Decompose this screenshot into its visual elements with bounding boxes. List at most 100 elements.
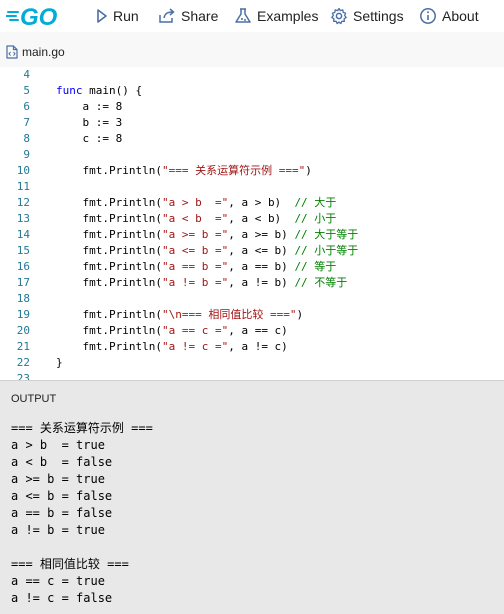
code-token: main() {	[82, 84, 143, 97]
code-token: , a >= b)	[228, 228, 295, 241]
code-line[interactable]: 5 func main() {	[0, 83, 504, 99]
code-token: "\n=== 相同值比较 ==="	[161, 308, 297, 321]
code-token: fmt.Println(	[56, 260, 162, 273]
line-number: 7	[23, 116, 30, 129]
code-text: fmt.Println("a > b =", a > b) // 大于	[56, 195, 336, 211]
output-title: OUTPUT	[11, 393, 57, 405]
code-line[interactable]: 18	[0, 291, 504, 307]
examples-label: Examples	[257, 8, 319, 24]
code-line[interactable]: 21 fmt.Println("a != c =", a != c)	[0, 339, 504, 355]
code-token: fmt.Println(	[56, 324, 162, 337]
code-token: fmt.Println(	[56, 308, 162, 321]
line-number: 16	[16, 260, 30, 273]
code-token: // 小于	[294, 212, 337, 225]
code-token: "a == c ="	[161, 324, 229, 337]
code-line[interactable]: 16 fmt.Println("a == b =", a == b) // 等于	[0, 259, 504, 275]
code-token: c :=	[56, 132, 116, 145]
code-token: , a < b)	[228, 212, 295, 225]
output-panel: OUTPUT === 关系运算符示例 === a > b = true a < b …	[0, 381, 504, 614]
line-number: 9	[23, 148, 30, 161]
line-number: 15	[16, 244, 30, 257]
tab-filename: main.go	[22, 45, 65, 59]
code-token: "a == b ="	[161, 260, 229, 273]
line-number: 21	[16, 340, 30, 353]
code-token: fmt.Println(	[56, 340, 162, 353]
line-number: 10	[16, 164, 30, 177]
output-line: === 相同值比较 ===	[11, 557, 129, 571]
code-text: b := 3	[56, 115, 122, 131]
code-token: "a != b ="	[161, 276, 229, 289]
code-line[interactable]: 11	[0, 179, 504, 195]
code-line[interactable]: 7 b := 3	[0, 115, 504, 131]
examples-button[interactable]: Examples	[234, 0, 318, 32]
output-line: a != b = true	[11, 523, 105, 537]
output-line: a >= b = true	[11, 472, 105, 486]
code-token: "a != c ="	[161, 340, 229, 353]
code-editor[interactable]: 4 5 func main() {6 a := 87 b := 38 c := 89…	[0, 67, 504, 380]
code-token: // 不等于	[294, 276, 348, 289]
about-button[interactable]: About	[419, 0, 479, 32]
code-line[interactable]: 12 fmt.Println("a > b =", a > b) // 大于	[0, 195, 504, 211]
code-line[interactable]: 10 fmt.Println("=== 关系运算符示例 ===")	[0, 163, 504, 179]
code-token: fmt.Println(	[56, 164, 162, 177]
settings-button[interactable]: Settings	[330, 0, 404, 32]
run-label: Run	[113, 8, 139, 24]
code-line[interactable]: 9	[0, 147, 504, 163]
output-line: a < b = false	[11, 455, 113, 469]
code-line[interactable]: 17 fmt.Println("a != b =", a != b) // 不等…	[0, 275, 504, 291]
code-text: c := 8	[56, 131, 122, 147]
code-line[interactable]: 15 fmt.Println("a <= b =", a <= b) // 小于…	[0, 243, 504, 259]
code-token: 8	[115, 100, 123, 113]
code-line[interactable]: 20 fmt.Println("a == c =", a == c)	[0, 323, 504, 339]
code-line[interactable]: 6 a := 8	[0, 99, 504, 115]
code-text: fmt.Println("a != b =", a != b) // 不等于	[56, 275, 347, 291]
go-logo[interactable]: GO	[6, 2, 64, 30]
line-number: 17	[16, 276, 30, 289]
code-text: fmt.Println("\n=== 相同值比较 ===")	[56, 307, 303, 323]
code-token: }	[56, 356, 63, 369]
code-line[interactable]: 19 fmt.Println("\n=== 相同值比较 ===")	[0, 307, 504, 323]
code-token: fmt.Println(	[56, 276, 162, 289]
line-number: 11	[16, 180, 30, 193]
settings-label: Settings	[353, 8, 404, 24]
code-token: "a > b ="	[161, 196, 229, 209]
code-text: fmt.Println("a != c =", a != c)	[56, 339, 287, 355]
code-token: fmt.Println(	[56, 212, 162, 225]
code-token: // 大于	[294, 196, 337, 209]
code-token: )	[305, 164, 312, 177]
top-navigation-bar: GO Run Share Examples Settings About	[0, 0, 504, 32]
gear-icon	[331, 7, 347, 25]
line-number: 23	[16, 372, 30, 380]
code-line[interactable]: 22}	[0, 355, 504, 371]
code-token: fmt.Println(	[56, 196, 162, 209]
share-button[interactable]: Share	[158, 0, 218, 32]
output-line: a == c = true	[11, 574, 105, 588]
line-number: 19	[16, 308, 30, 321]
code-line[interactable]: 23	[0, 371, 504, 380]
share-label: Share	[181, 8, 219, 24]
code-text: fmt.Println("a >= b =", a >= b) // 大于等于	[56, 227, 358, 243]
file-icon	[6, 45, 18, 59]
code-token: , a <= b)	[228, 244, 295, 257]
code-line[interactable]: 4	[0, 67, 504, 83]
code-line[interactable]: 8 c := 8	[0, 131, 504, 147]
code-line[interactable]: 13 fmt.Println("a < b =", a < b) // 小于	[0, 211, 504, 227]
code-token: fmt.Println(	[56, 228, 162, 241]
tab-main-go[interactable]: main.go	[6, 45, 65, 59]
code-line[interactable]: 14 fmt.Println("a >= b =", a >= b) // 大于…	[0, 227, 504, 243]
share-icon	[159, 8, 175, 23]
code-token: 8	[115, 132, 123, 145]
output-line: === 关系运算符示例 ===	[11, 421, 153, 435]
line-number: 12	[16, 196, 30, 209]
code-token: , a != b)	[228, 276, 295, 289]
output-line: a != c = false	[11, 591, 113, 605]
logo-text: GO	[20, 4, 58, 28]
flask-icon	[235, 8, 251, 23]
code-token: , a == b)	[228, 260, 295, 273]
go-logo-icon: GO	[6, 4, 58, 28]
line-number: 14	[16, 228, 30, 241]
line-number: 6	[23, 100, 30, 113]
run-button[interactable]: Run	[96, 0, 139, 32]
code-text: fmt.Println("a <= b =", a <= b) // 小于等于	[56, 243, 358, 259]
line-number: 8	[23, 132, 30, 145]
